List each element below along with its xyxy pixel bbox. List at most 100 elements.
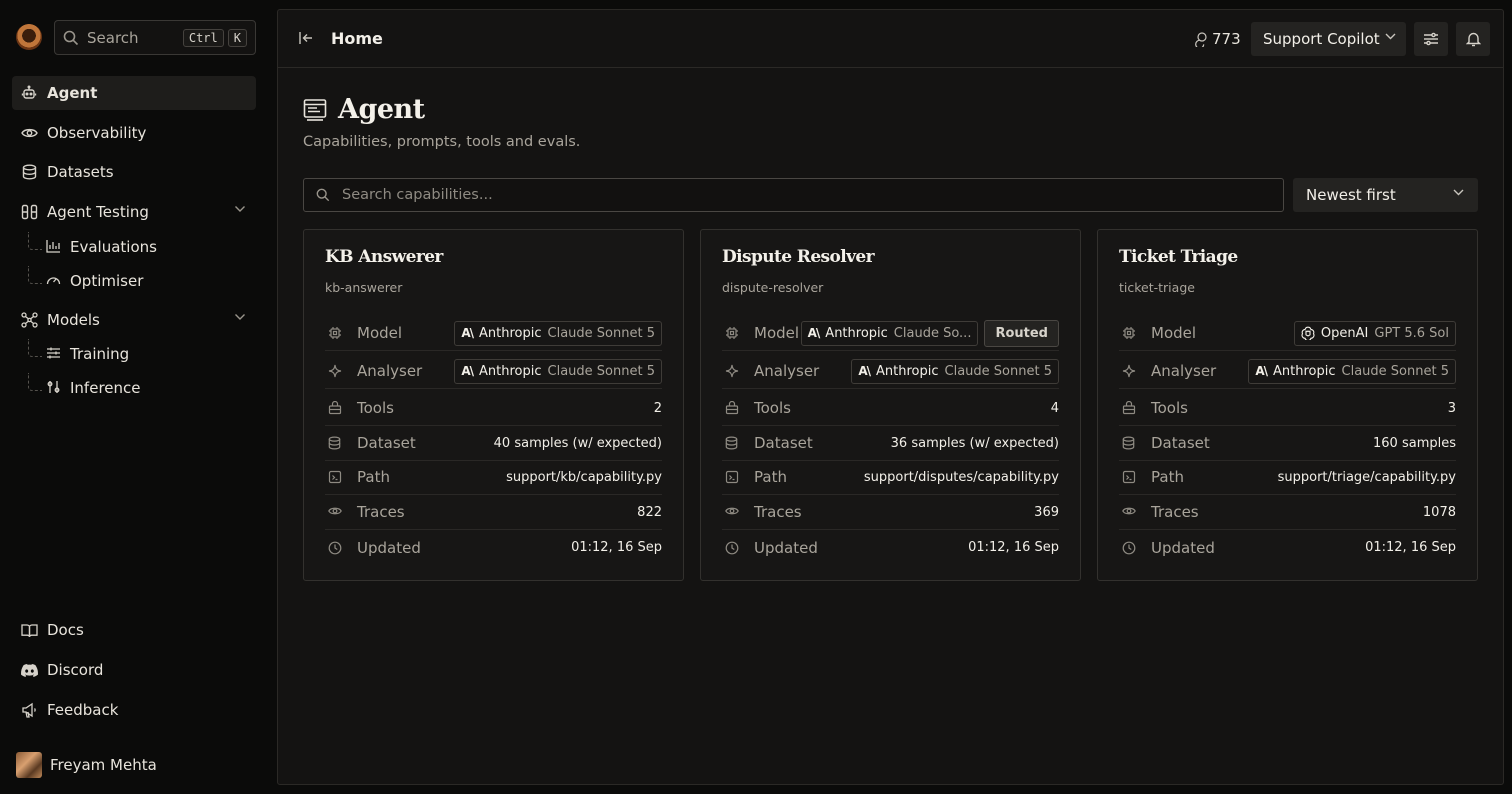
code-file-icon	[725, 470, 739, 484]
sidebar-item-label: Observability	[47, 124, 147, 142]
app-logo[interactable]	[16, 24, 42, 50]
dataset-value[interactable]: 40 samples (w/ expected)	[494, 436, 662, 451]
traces-count[interactable]: 1078	[1423, 505, 1456, 520]
capability-card[interactable]: Ticket Triage ticket-triage Model OpenAI…	[1097, 229, 1478, 581]
row-dataset: Dataset 40 samples (w/ expected)	[325, 426, 662, 461]
model-name: Claude Sonnet 5	[547, 325, 655, 341]
gauge-icon	[46, 273, 62, 289]
sidebar-item-training[interactable]: Training	[28, 339, 129, 369]
sidebar-item-label: Feedback	[47, 701, 119, 719]
model-chip[interactable]: A\ Anthropic Claude Sonnet 5	[454, 320, 662, 346]
coins-icon	[1195, 31, 1207, 47]
megaphone-icon	[20, 701, 38, 719]
code-file-icon	[328, 470, 342, 484]
row-model: Model A\ Anthropic Claude Sonnet 5	[325, 316, 662, 351]
sidebar-item-inference[interactable]: Inference	[28, 373, 141, 403]
path-value[interactable]: support/kb/capability.py	[506, 470, 662, 485]
analyser-name: Claude Sonnet 5	[1341, 363, 1449, 379]
row-label: Model	[1151, 324, 1197, 342]
project-selector[interactable]: Support Copilot	[1251, 22, 1406, 56]
sidebar-item-feedback[interactable]: Feedback	[12, 693, 256, 727]
sidebar-item-agent-testing[interactable]: Agent Testing	[12, 195, 256, 229]
sidebar-item-docs[interactable]: Docs	[12, 613, 256, 647]
row-traces: Traces 1078	[1119, 495, 1456, 530]
row-analyser: Analyser A\ Anthropic Claude Sonnet 5	[325, 354, 662, 389]
adjust-icon	[46, 380, 62, 396]
model-chip[interactable]: OpenAI GPT 5.6 Sol	[1293, 320, 1456, 346]
traces-count[interactable]: 369	[1034, 505, 1059, 520]
dataset-value[interactable]: 160 samples	[1373, 436, 1456, 451]
analyser-chip[interactable]: A\ Anthropic Claude Sonnet 5	[1248, 358, 1456, 384]
tools-count: 4	[1050, 400, 1059, 416]
notifications-button[interactable]	[1456, 22, 1490, 56]
path-value[interactable]: support/disputes/capability.py	[864, 470, 1059, 485]
capability-card[interactable]: KB Answerer kb-answerer Model A\ Anthrop…	[303, 229, 684, 581]
collapse-sidebar-icon[interactable]	[298, 30, 314, 46]
model-chip[interactable]: A\ Anthropic Claude So...	[800, 320, 979, 346]
sort-select[interactable]: Newest first	[1293, 178, 1478, 212]
row-label: Analyser	[1151, 362, 1217, 380]
row-label: Traces	[357, 503, 405, 521]
analyser-provider: Anthropic	[876, 363, 939, 379]
sidebar-item-agent[interactable]: Agent	[12, 76, 256, 110]
row-traces: Traces 369	[722, 495, 1059, 530]
eye-icon	[725, 505, 739, 519]
capability-card[interactable]: Dispute Resolver dispute-resolver Model …	[700, 229, 1081, 581]
traces-count[interactable]: 822	[637, 505, 662, 520]
sidebar-item-optimiser[interactable]: Optimiser	[28, 266, 143, 296]
cpu-icon	[328, 326, 342, 340]
sort-value: Newest first	[1306, 186, 1396, 204]
tree-connector	[28, 373, 42, 391]
search-icon	[63, 30, 79, 46]
routed-badge[interactable]: Routed	[984, 319, 1059, 347]
database-icon	[20, 163, 38, 181]
database-icon	[328, 436, 342, 450]
page-subtitle: Capabilities, prompts, tools and evals.	[303, 134, 581, 150]
discord-icon	[20, 661, 38, 679]
page-title: Agent	[338, 94, 425, 125]
row-tools: Tools 2	[325, 391, 662, 426]
updated-value: 01:12, 16 Sep	[571, 540, 662, 555]
sidebar-item-datasets[interactable]: Datasets	[12, 155, 256, 189]
user-profile[interactable]: Freyam Mehta	[16, 752, 157, 778]
database-icon	[1122, 436, 1136, 450]
bell-icon	[1465, 32, 1481, 47]
shortcut-key-ctrl: Ctrl	[182, 28, 224, 47]
analyser-chip[interactable]: A\ Anthropic Claude Sonnet 5	[454, 358, 662, 384]
analyser-chip[interactable]: A\ Anthropic Claude Sonnet 5	[851, 358, 1059, 384]
clock-icon	[1122, 541, 1136, 555]
chevron-down-icon[interactable]	[234, 205, 246, 213]
toolbox-icon	[725, 401, 739, 415]
eye-icon	[1122, 505, 1136, 519]
anthropic-logo-icon: A\	[461, 326, 474, 340]
path-value[interactable]: support/triage/capability.py	[1278, 470, 1456, 485]
tree-connector	[28, 339, 42, 357]
sidebar-item-evaluations[interactable]: Evaluations	[28, 232, 157, 262]
capability-search[interactable]	[303, 178, 1284, 212]
model-provider: Anthropic	[479, 325, 542, 341]
row-label: Analyser	[754, 362, 820, 380]
sidebar-item-observability[interactable]: Observability	[12, 116, 256, 150]
global-search[interactable]: Search Ctrl K	[54, 20, 256, 55]
chevron-down-icon[interactable]	[234, 313, 246, 321]
sparkle-icon	[725, 364, 739, 378]
sliders-icon	[46, 346, 62, 362]
card-slug: ticket-triage	[1119, 280, 1195, 295]
card-title: KB Answerer	[325, 247, 443, 267]
project-name: Support Copilot	[1263, 30, 1380, 48]
database-icon	[725, 436, 739, 450]
model-name: GPT 5.6 Sol	[1374, 325, 1449, 341]
updated-value: 01:12, 16 Sep	[1365, 540, 1456, 555]
row-label: Path	[357, 468, 390, 486]
settings-button[interactable]	[1414, 22, 1448, 56]
sidebar-item-discord[interactable]: Discord	[12, 653, 256, 687]
row-label: Updated	[754, 538, 818, 557]
dataset-value[interactable]: 36 samples (w/ expected)	[891, 436, 1059, 451]
model-provider: Anthropic	[825, 325, 888, 341]
sidebar-item-models[interactable]: Models	[12, 303, 256, 337]
tree-connector	[28, 232, 42, 250]
row-updated: Updated 01:12, 16 Sep	[722, 530, 1059, 565]
row-updated: Updated 01:12, 16 Sep	[325, 530, 662, 565]
capability-search-input[interactable]	[342, 187, 1242, 203]
clock-icon	[328, 541, 342, 555]
